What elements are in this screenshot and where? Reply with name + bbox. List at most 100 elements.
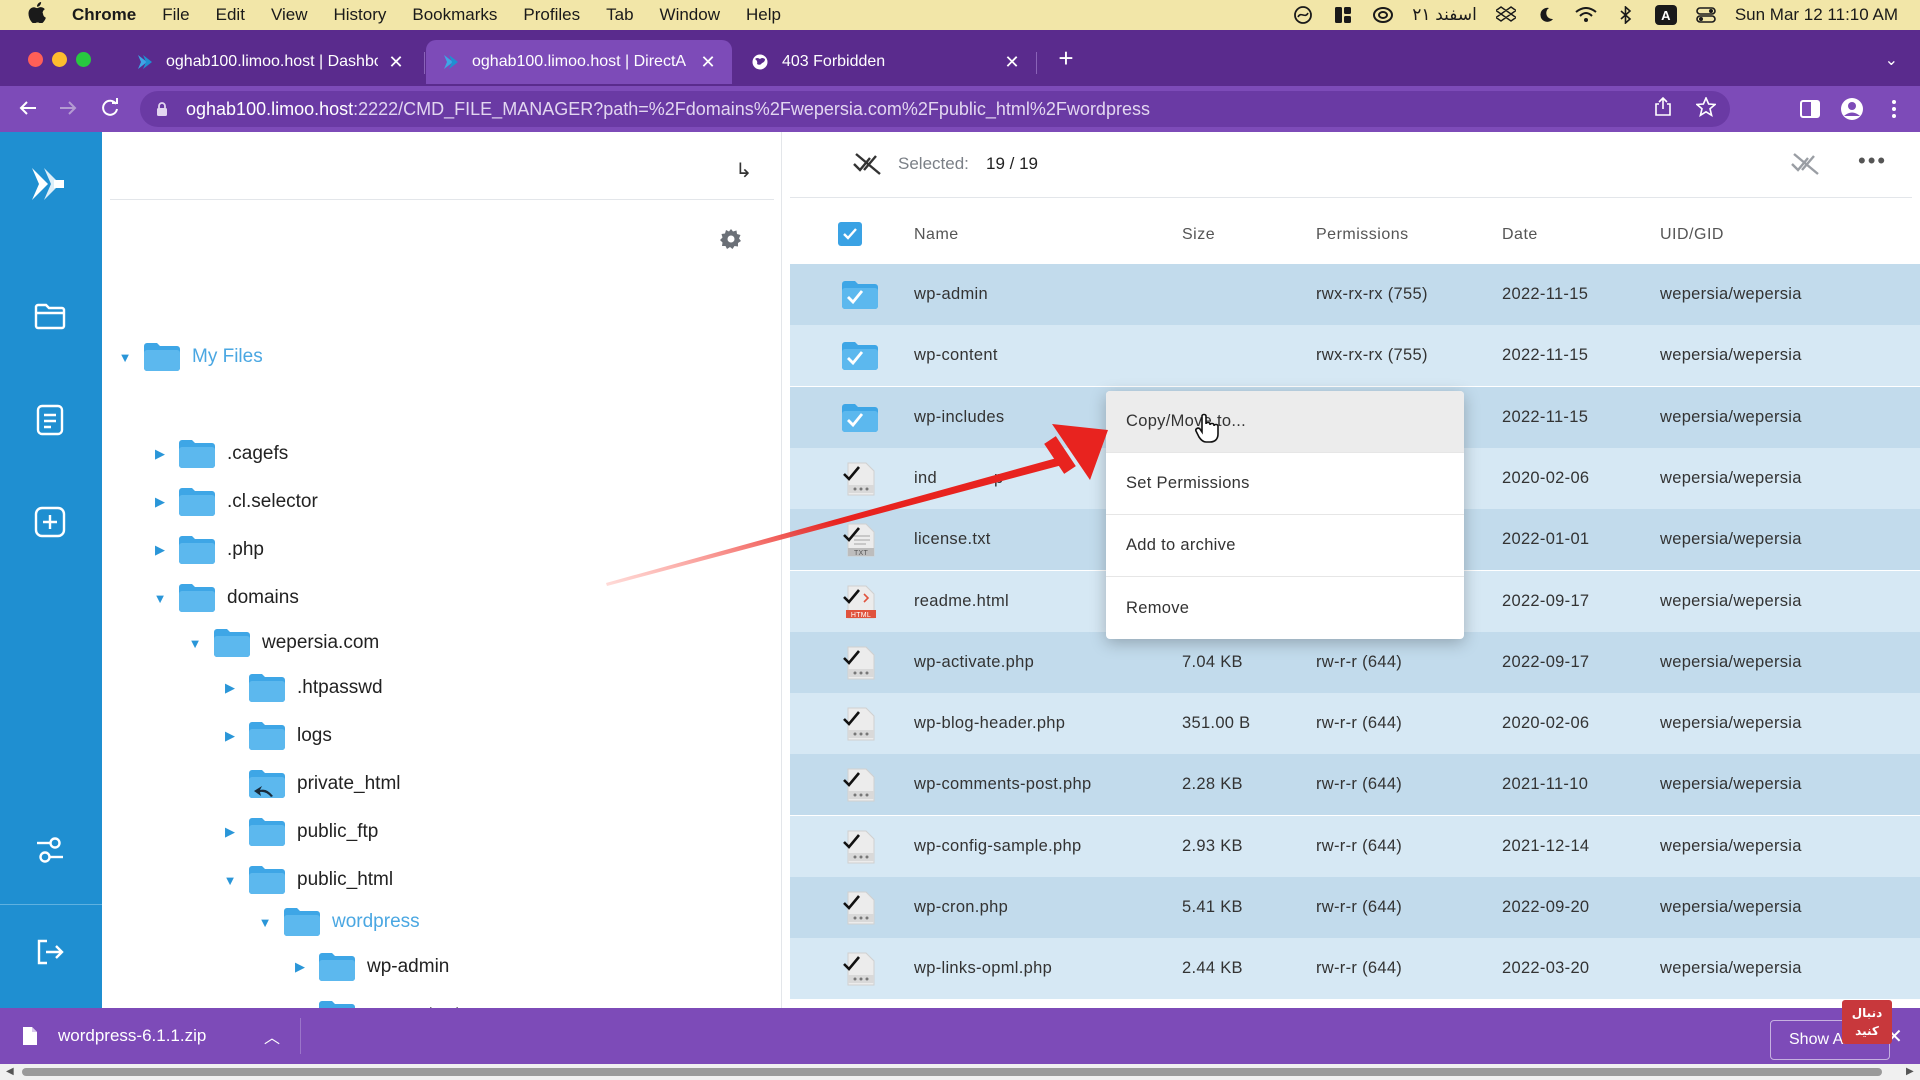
- column-header-uid-gid[interactable]: UID/GID: [1660, 226, 1724, 244]
- table-row[interactable]: wp-activate.php 7.04 KB rw-r-r (644) 2022-0…: [790, 631, 1920, 693]
- directadmin-logo-icon[interactable]: [26, 160, 74, 208]
- address-bar[interactable]: oghab100.limoo.host:2222/CMD_FILE_MANAGE…: [140, 91, 1730, 127]
- tree-item[interactable]: ▼ domains: [153, 580, 299, 616]
- share-icon[interactable]: [1654, 96, 1672, 122]
- php-file-checked-icon[interactable]: [842, 645, 878, 681]
- menu-profiles[interactable]: Profiles: [523, 5, 580, 25]
- caret-right-icon[interactable]: ▶: [153, 494, 167, 510]
- caret-down-icon[interactable]: ▼: [118, 350, 132, 365]
- settings-sliders-icon[interactable]: [32, 832, 68, 868]
- menubar-clock[interactable]: Sun Mar 12 11:10 AM: [1735, 5, 1898, 25]
- document-editor-icon[interactable]: [32, 402, 68, 438]
- forward-arrow-icon[interactable]: [56, 97, 80, 121]
- layout-icon[interactable]: [1332, 4, 1354, 26]
- tab-file-manager[interactable]: oghab100.limoo.host | DirectA ✕: [426, 40, 732, 84]
- column-header-size[interactable]: Size: [1182, 226, 1215, 244]
- select-all-checkbox[interactable]: [838, 222, 862, 246]
- window-close-button[interactable]: [28, 52, 43, 67]
- php-file-checked-icon[interactable]: [842, 890, 878, 926]
- menu-history[interactable]: History: [333, 5, 386, 25]
- caret-down-icon[interactable]: ▼: [258, 915, 272, 930]
- new-tab-plus-icon[interactable]: +: [1052, 44, 1080, 72]
- table-row[interactable]: wp-content rwx-rx-rx (755) 2022-11-15 weper…: [790, 325, 1920, 387]
- php-file-checked-icon[interactable]: [842, 829, 878, 865]
- table-row[interactable]: wp-blog-header.php 351.00 B rw-r-r (644) 20…: [790, 693, 1920, 755]
- folder-checked-icon[interactable]: [842, 400, 878, 436]
- caret-down-icon[interactable]: ▼: [153, 591, 167, 606]
- bluetooth-icon[interactable]: [1615, 4, 1637, 26]
- menu-item-remove[interactable]: Remove: [1106, 577, 1464, 639]
- caret-right-icon[interactable]: ▶: [223, 680, 237, 696]
- menu-edit[interactable]: Edit: [216, 5, 245, 25]
- tree-item[interactable]: ▼ public_html: [223, 862, 393, 898]
- bookmark-star-icon[interactable]: [1695, 95, 1717, 122]
- php-file-checked-icon[interactable]: [842, 767, 878, 803]
- horizontal-scrollbar[interactable]: ◀ ▶: [0, 1064, 1920, 1080]
- profile-avatar-icon[interactable]: [1840, 97, 1864, 121]
- window-zoom-button[interactable]: [76, 52, 91, 67]
- scroll-right-arrow-icon[interactable]: ▶: [1906, 1064, 1914, 1080]
- tree-root-my-files[interactable]: ▼ My Files: [118, 339, 263, 375]
- folder-checked-icon[interactable]: [842, 338, 878, 374]
- apple-icon[interactable]: [24, 1, 50, 29]
- menu-view[interactable]: View: [271, 5, 308, 25]
- back-arrow-icon[interactable]: [16, 97, 40, 121]
- vpn-icon[interactable]: [1292, 4, 1314, 26]
- gear-icon[interactable]: [720, 228, 744, 252]
- dark-mode-moon-icon[interactable]: [1535, 4, 1557, 26]
- add-new-plus-icon[interactable]: [32, 504, 68, 540]
- tab-search-chevron-icon[interactable]: ⌄: [1885, 50, 1898, 70]
- caret-right-icon[interactable]: ▶: [223, 824, 237, 840]
- table-row[interactable]: wp-admin rwx-rx-rx (755) 2022-11-15 wepersi…: [790, 264, 1920, 325]
- deselect-all-icon[interactable]: [852, 150, 882, 178]
- txt-file-checked-icon[interactable]: TXT: [842, 522, 878, 558]
- column-header-date[interactable]: Date: [1502, 226, 1538, 244]
- column-header-permissions[interactable]: Permissions: [1316, 226, 1409, 244]
- scrollbar-thumb[interactable]: [22, 1068, 1882, 1076]
- tab-403-forbidden[interactable]: 403 Forbidden ✕: [736, 40, 1036, 84]
- caret-right-icon[interactable]: ▶: [293, 959, 307, 975]
- table-row[interactable]: wp-comments-post.php 2.28 KB rw-r-r (644) 2…: [790, 754, 1920, 816]
- dropbox-icon[interactable]: [1495, 4, 1517, 26]
- caret-right-icon[interactable]: ▶: [223, 728, 237, 744]
- html-file-checked-icon[interactable]: HTML: [842, 584, 878, 620]
- tab-close-icon[interactable]: ✕: [386, 52, 406, 73]
- caret-right-icon[interactable]: ▶: [153, 446, 167, 462]
- file-manager-folder-icon[interactable]: [32, 298, 68, 334]
- php-file-checked-icon[interactable]: [842, 951, 878, 987]
- tree-item[interactable]: private_html: [223, 766, 401, 802]
- tree-item[interactable]: ▶ .htpasswd: [223, 670, 383, 706]
- tree-item[interactable]: ▶ public_ftp: [223, 814, 378, 850]
- tab-dashboard[interactable]: oghab100.limoo.host | Dashboa ✕: [120, 40, 420, 84]
- tree-item[interactable]: ▼ wepersia.com: [188, 625, 379, 661]
- tab-close-icon[interactable]: ✕: [698, 52, 718, 73]
- caret-down-icon[interactable]: ▼: [188, 636, 202, 651]
- php-file-checked-icon[interactable]: [842, 461, 878, 497]
- tree-item[interactable]: ▶ .php: [153, 532, 264, 568]
- reload-icon[interactable]: [98, 97, 122, 121]
- tree-item[interactable]: ▼ wordpress: [258, 904, 420, 940]
- menu-bookmarks[interactable]: Bookmarks: [412, 5, 497, 25]
- creative-cloud-icon[interactable]: [1372, 4, 1394, 26]
- input-source-indicator[interactable]: A: [1654, 5, 1677, 25]
- tab-close-icon[interactable]: ✕: [1002, 52, 1022, 73]
- menu-help[interactable]: Help: [746, 5, 781, 25]
- wifi-icon[interactable]: [1575, 4, 1597, 26]
- persian-date[interactable]: ۲۱ اسفند: [1412, 5, 1477, 25]
- more-actions-ellipsis-icon[interactable]: •••: [1858, 148, 1887, 174]
- menu-item-set-permissions[interactable]: Set Permissions: [1106, 453, 1464, 515]
- tree-item[interactable]: ▶ logs: [223, 718, 332, 754]
- php-file-checked-icon[interactable]: [842, 706, 878, 742]
- table-row[interactable]: wp-links-opml.php 2.44 KB rw-r-r (644) 2022…: [790, 938, 1920, 1000]
- chrome-menu-kebab-icon[interactable]: [1882, 97, 1906, 121]
- tree-item[interactable]: ▶ wp-admin: [293, 949, 449, 985]
- menu-tab[interactable]: Tab: [606, 5, 633, 25]
- folder-checked-icon[interactable]: [842, 277, 878, 313]
- download-options-chevron-icon[interactable]: ︿: [264, 1024, 280, 1048]
- caret-down-icon[interactable]: ▼: [223, 873, 237, 888]
- tree-item[interactable]: ▶ .cagefs: [153, 436, 288, 472]
- table-row[interactable]: wp-config-sample.php 2.93 KB rw-r-r (644) 2…: [790, 815, 1920, 877]
- menu-item-copy-move[interactable]: Copy/Move to...: [1106, 391, 1464, 453]
- logout-icon[interactable]: [32, 934, 68, 970]
- menu-file[interactable]: File: [162, 5, 189, 25]
